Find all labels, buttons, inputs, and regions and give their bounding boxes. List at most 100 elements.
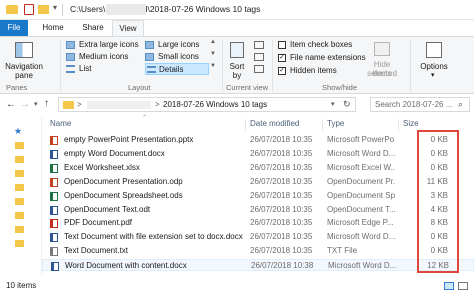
navigation-pane-icon [15, 42, 33, 58]
file-list: Name ⌃ Date modified Type Size empty Pow… [42, 115, 474, 276]
refresh-icon[interactable]: ↻ [343, 99, 351, 110]
group-by-icon[interactable] [254, 41, 264, 49]
file-name: empty PowerPoint Presentation.pptx [64, 135, 194, 144]
folder-icon[interactable] [15, 212, 24, 219]
column-header-type[interactable]: Type [327, 117, 344, 131]
text-icon [50, 247, 58, 257]
file-row[interactable]: Text Document.txt 26/07/2018 10:35 TXT Fil… [42, 245, 474, 257]
properties-icon[interactable] [24, 4, 34, 15]
column-header-size[interactable]: Size [403, 117, 419, 131]
file-row[interactable]: OpenDocument Text.odt 26/07/2018 10:35 Ope… [42, 204, 474, 216]
folder-icon[interactable] [15, 142, 24, 149]
hide-selected-items-button[interactable]: Hide selected items [362, 40, 402, 80]
tab-file[interactable]: File [0, 20, 28, 36]
small-label: Small icons [158, 52, 199, 61]
column-divider[interactable] [322, 119, 323, 131]
item-check-boxes-toggle[interactable]: Item check boxes [278, 40, 358, 50]
folder-icon [6, 5, 18, 14]
layout-scroll-down[interactable]: ▼ [210, 51, 216, 57]
file-row[interactable]: OpenDocument Spreadsheet.ods 26/07/2018 1… [42, 190, 474, 202]
search-icon: ⌕ [458, 99, 464, 109]
navigation-pane-label: Navigation [5, 62, 43, 71]
file-name: OpenDocument Text.odt [64, 204, 151, 214]
layout-scroll-up[interactable]: ▲ [210, 39, 216, 45]
up-icon[interactable]: ↑ [44, 98, 49, 109]
sort-by-button[interactable]: Sort by [227, 40, 247, 80]
file-date: 26/07/2018 10:35 [250, 218, 313, 228]
size-columns-icon[interactable] [254, 65, 264, 73]
file-name: Excel Worksheet.xlsx [64, 162, 140, 172]
address-box[interactable]: > > 2018-07-26 Windows 10 tags ▾ ↻ [58, 97, 356, 112]
tab-share[interactable]: Share [76, 20, 110, 36]
column-divider[interactable] [398, 119, 399, 131]
window-title: C:\Users\ \2del\2018-07-26 Windows 10 ta… [70, 4, 261, 14]
layout-option-list[interactable]: List [66, 64, 142, 74]
layout-option-extra-large[interactable]: Extra large icons [66, 40, 142, 50]
tab-view[interactable]: View [112, 20, 144, 36]
file-row[interactable]: OpenDocument Presentation.odp 26/07/2018 … [42, 176, 474, 188]
item-count: 10 items [6, 281, 37, 290]
search-box[interactable]: Search 2018-07-26 ... ⌕ [370, 97, 470, 112]
file-name-extensions-label: File name extensions [290, 53, 366, 62]
column-header-date[interactable]: Date modified [250, 117, 299, 131]
file-name-extensions-toggle[interactable]: ✓ File name extensions [278, 53, 368, 63]
file-row[interactable]: Word Document with content.docx 26/07/201… [42, 259, 474, 272]
options-button[interactable]: Options ▾ [414, 40, 454, 82]
file-row[interactable]: Text Document with file extension set to… [42, 231, 474, 243]
redacted-path [87, 101, 151, 109]
search-input[interactable]: Search 2018-07-26 ... [375, 100, 452, 109]
file-name: PDF Document.pdf [64, 218, 133, 228]
options-label: Options [420, 62, 448, 71]
folder-icon[interactable] [15, 240, 24, 247]
file-date: 26/07/2018 10:35 [250, 190, 313, 200]
sort-icon [230, 42, 244, 58]
file-row[interactable]: Excel Worksheet.xlsx 26/07/2018 10:35 Micr… [42, 162, 474, 174]
list-icon [66, 65, 75, 73]
options-icon [426, 42, 442, 58]
recent-locations-icon[interactable]: ▾ [34, 100, 38, 108]
large-icons-view-icon[interactable] [458, 282, 468, 290]
file-row[interactable]: empty Word Document.docx 26/07/2018 10:35… [42, 148, 474, 160]
hide-selected-icon [374, 42, 390, 56]
breadcrumb-current[interactable]: 2018-07-26 Windows 10 tags [163, 100, 267, 109]
quick-access-star-icon[interactable]: ★ [14, 126, 22, 137]
forward-icon[interactable]: → [20, 99, 30, 110]
folder-icon[interactable] [15, 156, 24, 163]
file-name: OpenDocument Presentation.odp [64, 176, 183, 186]
address-dropdown-icon[interactable]: ▾ [331, 100, 335, 108]
sort-label: Sort [229, 62, 245, 71]
folder-icon[interactable] [15, 226, 24, 233]
file-type: TXT File [327, 246, 358, 256]
folder-icon[interactable] [15, 170, 24, 177]
powerpoint-icon [50, 136, 58, 145]
layout-option-small[interactable]: Small icons [145, 52, 209, 62]
layout-option-large[interactable]: Large icons [145, 40, 209, 50]
add-columns-icon[interactable] [254, 53, 264, 61]
details-view-icon[interactable] [444, 282, 454, 290]
column-header-name[interactable]: Name [50, 117, 71, 131]
details-icon [147, 66, 156, 73]
layout-more[interactable]: ▼ [210, 63, 216, 69]
extra-large-label: Extra large icons [79, 40, 139, 49]
file-date: 26/07/2018 10:35 [250, 135, 313, 144]
folder-icon[interactable] [15, 198, 24, 205]
hidden-items-toggle[interactable]: ✓ Hidden items [278, 66, 358, 76]
column-divider[interactable] [245, 119, 246, 131]
layout-option-medium[interactable]: Medium icons [66, 52, 142, 62]
back-icon[interactable]: ← [6, 99, 16, 110]
file-date: 26/07/2018 10:35 [250, 162, 313, 172]
layout-option-details[interactable]: Details [145, 63, 209, 75]
large-label: Large icons [158, 40, 200, 49]
file-row[interactable]: empty PowerPoint Presentation.pptx 26/07/… [42, 134, 474, 146]
file-row[interactable]: PDF Document.pdf 26/07/2018 10:35 Microsof… [42, 217, 474, 229]
navigation-pane-label-2: pane [15, 71, 33, 80]
group-label-panes: Panes [6, 83, 28, 92]
small-icons-icon [145, 53, 154, 61]
folder-icon[interactable] [15, 184, 24, 191]
navigation-pane-button[interactable]: Navigation pane [4, 40, 44, 82]
checkbox-checked-icon: ✓ [278, 54, 286, 62]
quick-access-dropdown[interactable]: ▾ [53, 3, 57, 12]
tab-home[interactable]: Home [36, 20, 70, 36]
new-folder-icon[interactable] [38, 5, 49, 14]
ribbon: Navigation pane Panes Extra large icons … [0, 36, 474, 94]
